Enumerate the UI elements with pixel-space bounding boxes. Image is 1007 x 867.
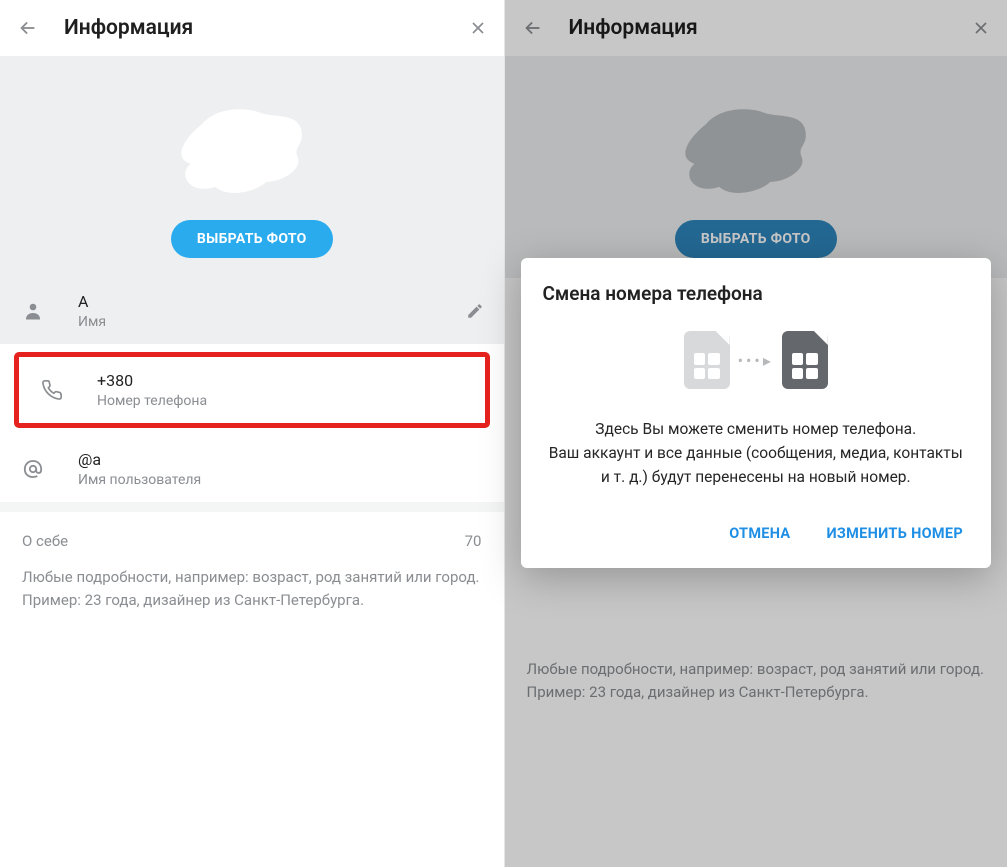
photo-placeholder-icon xyxy=(169,98,334,208)
name-row[interactable]: А Имя xyxy=(0,278,504,344)
dialog-body-line-3: и т. д.) будут перенесены на новый номер… xyxy=(549,465,964,489)
change-number-dialog: Смена номера телефона •••▸ Здесь Вы може… xyxy=(521,258,992,568)
header: Информация xyxy=(0,0,504,56)
name-label: Имя xyxy=(78,314,436,330)
dialog-body: Здесь Вы можете сменить номер телефона. … xyxy=(543,417,970,489)
sim-illustration: •••▸ xyxy=(543,331,970,389)
hint-line-1: Любые подробности, например: возраст, ро… xyxy=(22,566,482,589)
phone-row[interactable]: +380 Номер телефона xyxy=(19,357,485,423)
phone-value: +380 xyxy=(97,371,465,390)
about-limit: 70 xyxy=(465,532,482,550)
dialog-actions: ОТМЕНА ИЗМЕНИТЬ НОМЕР xyxy=(543,515,970,552)
photo-area: ВЫБРАТЬ ФОТО xyxy=(0,56,504,278)
about-hint: Любые подробности, например: возраст, ро… xyxy=(0,556,504,623)
phone-icon xyxy=(37,379,67,401)
dialog-title: Смена номера телефона xyxy=(543,282,970,305)
section-separator xyxy=(0,502,504,512)
about-label: О себе xyxy=(22,532,68,550)
phone-label: Номер телефона xyxy=(97,393,465,409)
back-icon[interactable] xyxy=(14,14,42,42)
choose-photo-button[interactable]: ВЫБРАТЬ ФОТО xyxy=(171,220,333,258)
person-icon xyxy=(18,299,48,323)
name-value: А xyxy=(78,292,436,311)
pencil-icon[interactable] xyxy=(466,302,484,320)
close-icon[interactable] xyxy=(464,14,492,42)
sim-old-icon xyxy=(684,331,730,389)
info-pane-left: Информация ВЫБРАТЬ ФОТО А Имя +380 Номер… xyxy=(0,0,504,867)
page-title: Информация xyxy=(64,16,464,40)
sim-new-icon xyxy=(782,331,828,389)
username-row[interactable]: @a Имя пользователя xyxy=(0,436,504,502)
dialog-body-line-1: Здесь Вы можете сменить номер телефона. xyxy=(549,417,964,441)
arrow-dots-icon: •••▸ xyxy=(738,351,774,370)
at-icon xyxy=(18,457,48,481)
username-label: Имя пользователя xyxy=(78,472,484,488)
info-pane-right: Информация ВЫБРАТЬ ФОТО Любые подробност… xyxy=(504,0,1007,867)
username-value: @a xyxy=(78,450,484,469)
change-number-button[interactable]: ИЗМЕНИТЬ НОМЕР xyxy=(822,515,967,552)
cancel-button[interactable]: ОТМЕНА xyxy=(725,515,794,552)
phone-row-highlight: +380 Номер телефона xyxy=(14,352,490,428)
hint-line-2: Пример: 23 года, дизайнер из Санкт-Петер… xyxy=(22,589,482,612)
about-row[interactable]: О себе 70 xyxy=(0,512,504,556)
dialog-body-line-2: Ваш аккаунт и все данные (сообщения, мед… xyxy=(549,441,964,465)
